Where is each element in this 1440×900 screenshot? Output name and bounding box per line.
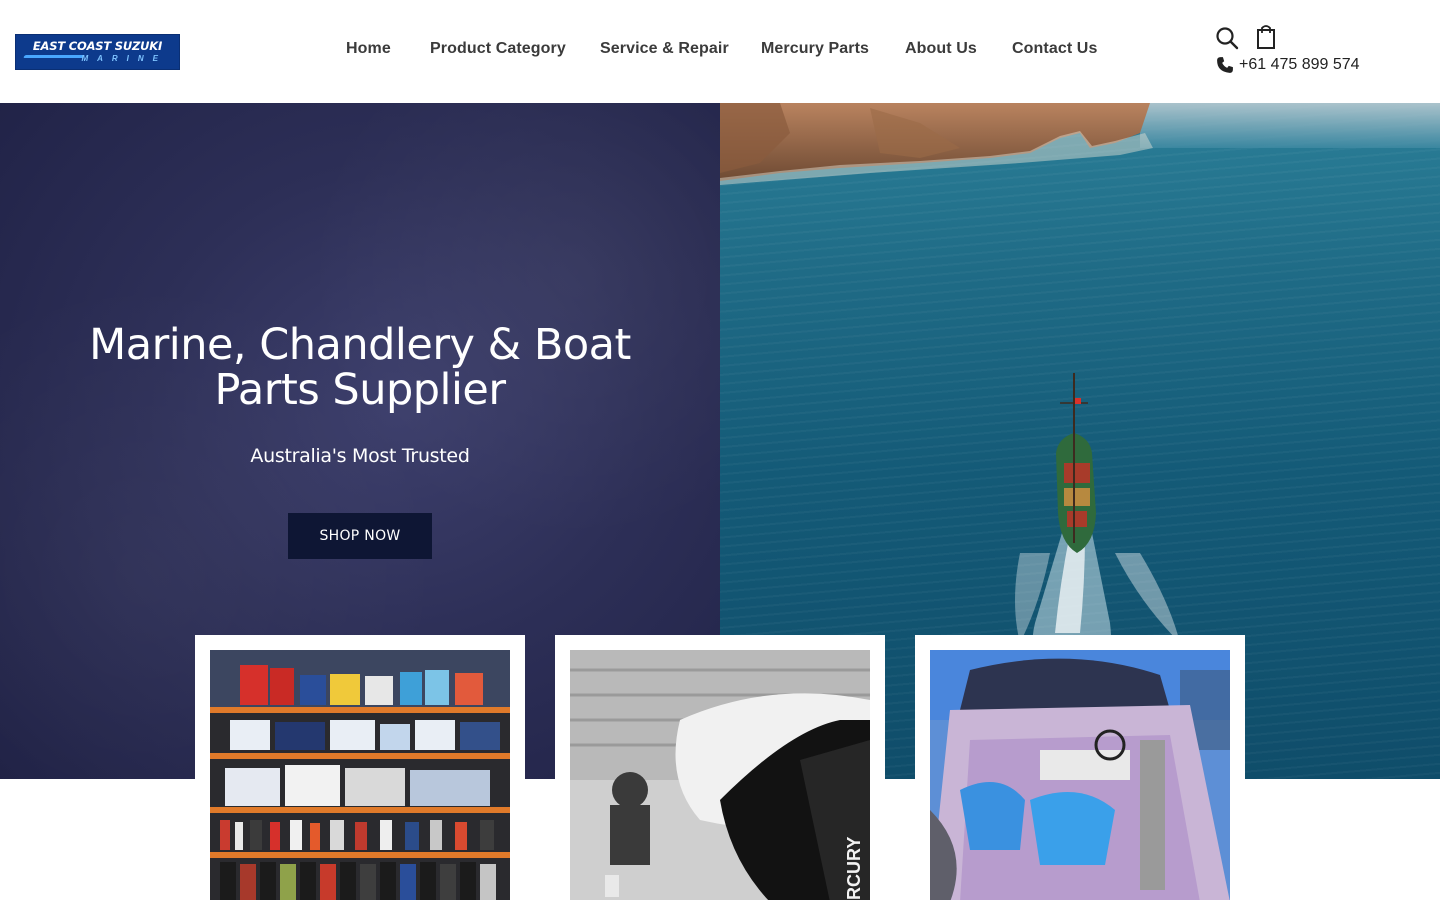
mercury-service-image: RCURY: [570, 650, 870, 900]
shop-now-button[interactable]: SHOP NOW: [288, 513, 432, 559]
hero-title: Marine, Chandlery & Boat Parts Supplier: [89, 320, 631, 415]
hero-subtitle: Australia's Most Trusted: [250, 445, 470, 467]
site-header: EAST COAST SUZUKI MARINE Home Product Ca…: [0, 0, 1440, 103]
logo-subtext: MARINE: [81, 54, 167, 63]
card-service[interactable]: RCURY: [555, 635, 885, 900]
search-icon[interactable]: [1215, 26, 1239, 55]
logo-text: EAST COAST SUZUKI: [32, 39, 163, 53]
nav-about-us[interactable]: About Us: [905, 40, 977, 58]
phone-number: +61 475 899 574: [1239, 56, 1360, 73]
products-shelf-image: [210, 650, 510, 900]
logo[interactable]: EAST COAST SUZUKI MARINE: [15, 34, 180, 70]
svg-text:RCURY: RCURY: [844, 837, 864, 900]
nav-service-repair[interactable]: Service & Repair: [600, 40, 729, 58]
nav-mercury-parts[interactable]: Mercury Parts: [761, 40, 869, 58]
phone-link[interactable]: +61 475 899 574: [1215, 54, 1360, 76]
nav-home[interactable]: Home: [346, 40, 391, 58]
nav-contact-us[interactable]: Contact Us: [1012, 40, 1097, 58]
card-products[interactable]: [195, 635, 525, 900]
card-boat[interactable]: [915, 635, 1245, 900]
logo-swoosh: [23, 55, 85, 58]
phone-icon: [1217, 57, 1233, 73]
shopping-bag-icon[interactable]: [1255, 24, 1277, 55]
nav-product-category[interactable]: Product Category: [430, 40, 566, 58]
boat-interior-image: [930, 650, 1230, 900]
